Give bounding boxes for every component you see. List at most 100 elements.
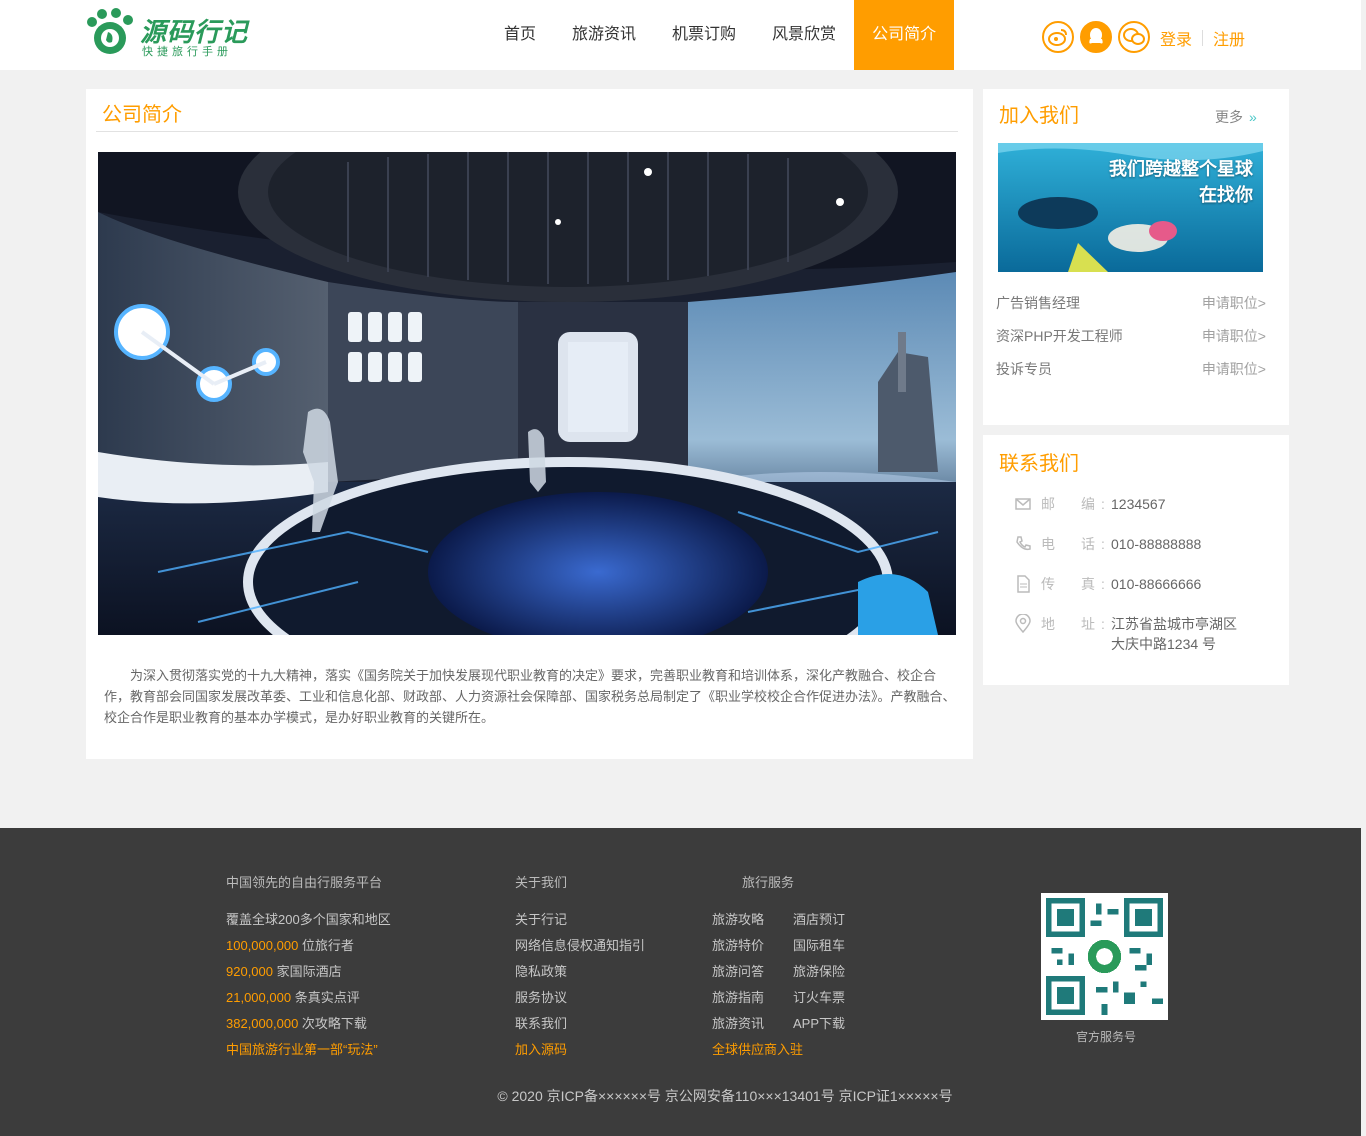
apply-job-link[interactable]: 申请职位> (1202, 291, 1266, 324)
footer-link[interactable]: 联系我们 (515, 1011, 645, 1037)
job-row: 广告销售经理 申请职位> (996, 291, 1266, 324)
stat-label: 家国际酒店 (276, 964, 342, 979)
footer-service-right: 酒店预订 国际租车 旅游保险 订火车票 APP下载 (793, 907, 845, 1037)
footer-column-heading: 旅行服务 (742, 875, 795, 890)
qr-code-image (1046, 898, 1163, 1015)
banner-headline: 我们跨越整个星球 (1109, 159, 1253, 179)
qr-code (1041, 893, 1168, 1020)
exhibition-hall-illustration (98, 152, 956, 635)
job-list: 广告销售经理 申请职位> 资深PHP开发工程师 申请职位> 投诉专员 申请职位> (996, 291, 1266, 390)
footer-link[interactable]: 酒店预订 (793, 907, 845, 933)
footprint-logo-icon (87, 8, 133, 54)
contact-label: 电 话: (1041, 536, 1111, 552)
qq-icon[interactable] (1080, 21, 1112, 53)
contact-row-postcode: 邮 编: 1234567 (1013, 494, 1166, 514)
footer-link[interactable]: 旅游问答 (712, 959, 793, 985)
banner-subline: 在找你 (1199, 185, 1253, 205)
location-icon (1015, 614, 1031, 634)
more-label: 更多 (1215, 109, 1243, 125)
footer-link[interactable]: 旅游保险 (793, 959, 845, 985)
footer-link[interactable]: 旅游特价 (712, 933, 793, 959)
footer-link[interactable]: 网络信息侵权通知指引 (515, 933, 645, 959)
job-title[interactable]: 投诉专员 (996, 357, 1052, 390)
phone-value: 010-88888888 (1111, 536, 1202, 552)
postcode-value: 1234567 (1111, 496, 1166, 512)
footer-link[interactable]: 国际租车 (793, 933, 845, 959)
join-us-title: 加入我们 (999, 105, 1079, 127)
auth-divider (1202, 30, 1204, 46)
nav-company-intro[interactable]: 公司简介 (854, 0, 955, 70)
address-value: 江苏省盐城市亭湖区 大庆中路1234 号 (1111, 614, 1237, 654)
stat-number: 382,000,000 (226, 1016, 299, 1031)
contact-label: 地 址: (1041, 616, 1111, 632)
contact-row-address: 地 址: 江苏省盐城市亭湖区 大庆中路1234 号 (1013, 614, 1237, 654)
recruitment-banner[interactable]: 我们跨越整个星球 在找你 (998, 143, 1263, 272)
footer-stat: 100,000,000 位旅行者 (226, 933, 391, 959)
site-footer: 中国领先的自由行服务平台 覆盖全球200多个国家和地区 100,000,000 … (0, 828, 1361, 1136)
mail-icon (1015, 498, 1031, 510)
wechat-icon[interactable] (1118, 21, 1150, 53)
nav-flight-booking[interactable]: 机票订购 (654, 0, 754, 70)
contact-us-title: 联系我们 (999, 453, 1079, 475)
company-intro-panel: 公司简介 为深入贯彻落实党的十九大精神，落实《国务院关于加快发展现代职业教育的决… (86, 89, 973, 759)
title-divider (96, 131, 958, 132)
footer-stat: 382,000,000 次攻略下载 (226, 1011, 391, 1037)
footer-service-column: 旅行服务 旅游攻略 旅游特价 旅游问答 旅游指南 旅游资讯 酒店预订 国际租车 … (712, 872, 845, 1063)
footer-about-column: 关于我们 关于行记 网络信息侵权通知指引 隐私政策 服务协议 联系我们 加入源码 (515, 872, 645, 1063)
job-row: 投诉专员 申请职位> (996, 357, 1266, 390)
footer-link[interactable]: 订火车票 (793, 985, 845, 1011)
footer-column-heading: 关于我们 (515, 875, 568, 890)
contact-label: 邮 编: (1041, 496, 1111, 512)
footer-supplier-link[interactable]: 全球供应商入驻 (712, 1037, 845, 1063)
footer-service-left: 旅游攻略 旅游特价 旅游问答 旅游指南 旅游资讯 (712, 907, 793, 1037)
footer-join-link[interactable]: 加入源码 (515, 1037, 645, 1063)
nav-home[interactable]: 首页 (486, 0, 554, 70)
contact-label: 传 真: (1041, 576, 1111, 592)
company-intro-title: 公司简介 (102, 104, 182, 126)
copyright-text: © 2020 京ICP备××××××号 京公网安备110×××13401号 京I… (497, 1088, 953, 1104)
footer-service-links: 旅游攻略 旅游特价 旅游问答 旅游指南 旅游资讯 酒店预订 国际租车 旅游保险 … (712, 907, 845, 1037)
footer-slogan[interactable]: 中国旅游行业第一部“玩法” (226, 1037, 391, 1063)
qr-caption: 官方服务号 (1075, 1030, 1136, 1044)
exhibition-hall-image (98, 152, 956, 635)
fax-icon (1017, 575, 1030, 593)
double-chevron-right-icon: » (1249, 109, 1257, 125)
site-header: 源码行记 快捷旅行手册 首页 旅游资讯 机票订购 风景欣赏 公司简介 登录 注册 (0, 0, 1361, 70)
register-link[interactable]: 注册 (1213, 26, 1245, 50)
footer-stat: 920,000 家国际酒店 (226, 959, 391, 985)
apply-job-link[interactable]: 申请职位> (1202, 324, 1266, 357)
footer-link[interactable]: 旅游指南 (712, 985, 793, 1011)
job-row: 资深PHP开发工程师 申请职位> (996, 324, 1266, 357)
nav-scenery[interactable]: 风景欣赏 (754, 0, 854, 70)
footer-link[interactable]: 服务协议 (515, 985, 645, 1011)
stat-number: 920,000 (226, 964, 273, 979)
footer-link[interactable]: APP下载 (793, 1011, 845, 1037)
stat-label: 次攻略下载 (301, 1016, 367, 1031)
footer-coverage-text: 覆盖全球200多个国家和地区 (226, 912, 391, 927)
footer-link[interactable]: 旅游资讯 (712, 1011, 793, 1037)
footer-link[interactable]: 关于行记 (515, 907, 645, 933)
footer-link[interactable]: 隐私政策 (515, 959, 645, 985)
site-logo[interactable]: 源码行记 快捷旅行手册 (84, 8, 264, 60)
weibo-icon[interactable] (1042, 21, 1074, 53)
join-us-panel: 加入我们 更多 » 我们跨越整个星球 在找你 广告销售经理 申请职位> 资深PHP… (983, 89, 1289, 425)
footer-link[interactable]: 旅游攻略 (712, 907, 793, 933)
auth-links: 登录 注册 (1160, 26, 1245, 50)
stat-label: 条真实点评 (294, 990, 360, 1005)
logo-slogan: 快捷旅行手册 (142, 46, 232, 58)
stat-label: 位旅行者 (301, 938, 354, 953)
join-us-more-link[interactable]: 更多 » (1215, 107, 1257, 127)
footer-stat: 21,000,000 条真实点评 (226, 985, 391, 1011)
contact-us-panel: 联系我们 邮 编: 1234567 电 话: 010-88888888 传 真:… (983, 435, 1289, 685)
fax-value: 010-88666666 (1111, 576, 1202, 592)
address-line-2: 大庆中路1234 号 (1111, 636, 1217, 652)
footer-column-heading: 中国领先的自由行服务平台 (226, 875, 383, 890)
login-link[interactable]: 登录 (1160, 26, 1192, 50)
nav-travel-news[interactable]: 旅游资讯 (554, 0, 654, 70)
social-links (1042, 21, 1150, 53)
job-title[interactable]: 广告销售经理 (996, 291, 1080, 324)
job-title[interactable]: 资深PHP开发工程师 (996, 324, 1123, 357)
stat-number: 100,000,000 (226, 938, 299, 953)
footer-platform-column: 中国领先的自由行服务平台 覆盖全球200多个国家和地区 100,000,000 … (226, 872, 391, 1063)
apply-job-link[interactable]: 申请职位> (1202, 357, 1266, 390)
